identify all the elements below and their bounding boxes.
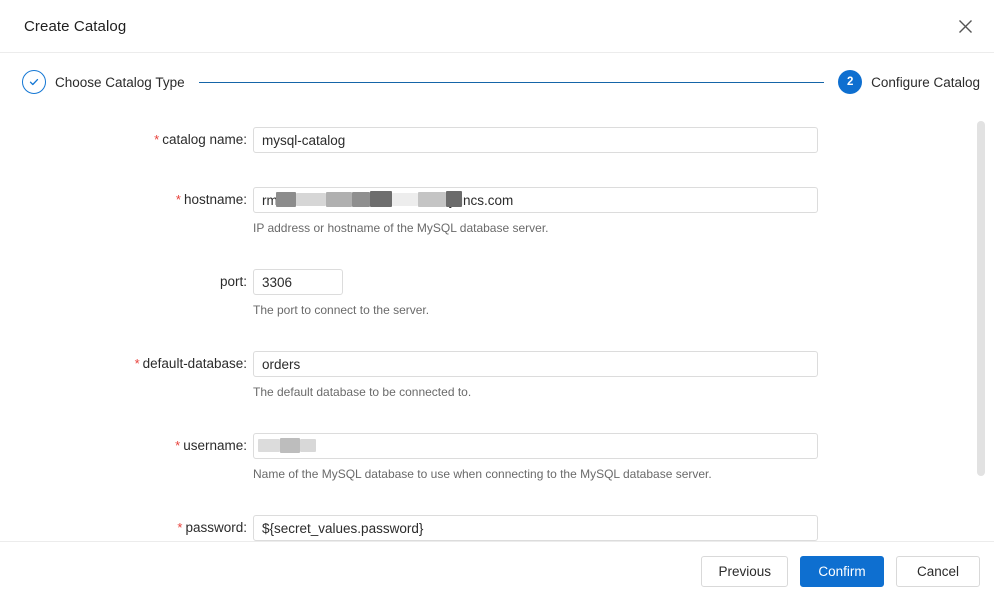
dialog-header: Create Catalog [0, 0, 994, 53]
field-port: port: The port to connect to the server. [0, 269, 994, 317]
catalog-name-input[interactable] [253, 127, 818, 153]
step-label-1: Choose Catalog Type [55, 74, 185, 90]
help-default-database: The default database to be connected to. [253, 385, 472, 399]
form-scrollbar-thumb[interactable] [977, 121, 985, 476]
port-input[interactable] [253, 269, 343, 295]
label-username: * username: [175, 438, 247, 453]
help-port: The port to connect to the server. [253, 303, 430, 317]
step-configure-catalog[interactable]: 2 Configure Catalog [838, 70, 980, 94]
stepper: Choose Catalog Type 2 Configure Catalog [0, 53, 994, 111]
field-catalog-name: * catalog name: [0, 127, 994, 153]
label-port: port: [219, 274, 247, 289]
close-icon[interactable] [950, 11, 980, 41]
field-username: * username: Name of the MySQL database to… [0, 433, 994, 481]
step-choose-catalog-type[interactable]: Choose Catalog Type [22, 70, 185, 94]
dialog-body: *catalog name: *hostname: [0, 111, 994, 541]
label-password: * password: [177, 520, 247, 535]
step-label-2: Configure Catalog [871, 74, 980, 90]
form-scrollbar[interactable] [977, 111, 985, 541]
password-input[interactable] [253, 515, 818, 541]
page-title: Create Catalog [24, 17, 127, 35]
catalog-config-form: *catalog name: *hostname: [0, 111, 994, 541]
help-hostname: IP address or hostname of the MySQL data… [253, 221, 549, 235]
cancel-button[interactable]: Cancel [896, 555, 980, 587]
stepper-connector-line [198, 81, 825, 83]
create-catalog-dialog: Create Catalog Choose Catalog Type 2 Con… [0, 0, 994, 600]
default-database-input[interactable] [253, 351, 818, 377]
previous-button[interactable]: Previous [701, 555, 788, 587]
field-default-database: *default-database: The default database … [0, 351, 994, 399]
required-marker: * [134, 356, 140, 371]
help-username: Name of the MySQL database to use when c… [253, 467, 712, 481]
label-hostname: * hostname: [175, 192, 247, 207]
hostname-input[interactable] [253, 187, 818, 213]
field-password: * password: [0, 515, 994, 541]
label-default-database: * default-database: [134, 356, 247, 371]
required-marker: * [175, 192, 181, 207]
label-catalog-name: * catalog name: [154, 132, 247, 147]
username-input[interactable] [253, 433, 818, 459]
required-marker: * [177, 520, 183, 535]
field-hostname: *hostname: IP address or hostname of the… [0, 187, 994, 235]
required-marker: * [175, 438, 181, 453]
confirm-button[interactable]: Confirm [800, 555, 884, 587]
dialog-footer: Previous Confirm Cancel [0, 541, 994, 600]
required-marker: * [154, 132, 160, 147]
step-number-badge: 2 [838, 70, 863, 94]
step-complete-check-icon [22, 70, 46, 94]
